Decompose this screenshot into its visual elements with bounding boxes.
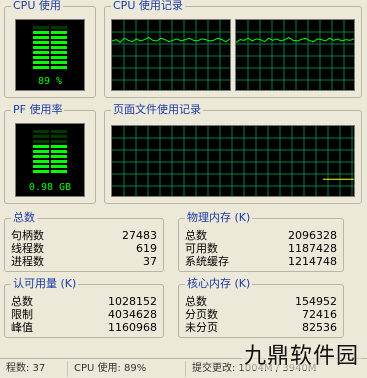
cpu-history-group: CPU 使用记录: [104, 0, 362, 98]
commit-peak-label: 峰值: [11, 321, 33, 334]
commit-peak-value: 1160968: [108, 321, 157, 334]
commit-charge-title: 认可用量 (K): [11, 277, 79, 291]
status-cpu: CPU 使用: 89%: [68, 360, 186, 377]
meter-segment-row: [33, 26, 67, 29]
commit-limit-value: 4034628: [108, 308, 157, 321]
physical-total-value: 2096328: [288, 229, 337, 242]
totals-rows: 句柄数 27483 线程数 619 进程数 37: [11, 229, 157, 268]
meter-segment-row: [33, 135, 67, 138]
pf-usage-bar: [33, 130, 67, 173]
kernel-memory-title: 核心内存 (K): [185, 277, 253, 291]
pf-usage-group: PF 使用率 0.98 GB: [4, 103, 96, 204]
cpu-usage-meter: 89 %: [15, 19, 85, 91]
totals-row-processes: 进程数 37: [11, 255, 157, 268]
kernel-paged-label: 分页数: [185, 308, 218, 321]
processes-value: 37: [143, 255, 157, 268]
kernel-nonpaged-value: 82536: [302, 321, 337, 334]
handles-value: 27483: [122, 229, 157, 242]
processes-label: 进程数: [11, 255, 44, 268]
kernel-row-nonpaged: 未分页 82536: [185, 321, 337, 334]
commit-total-value: 1028152: [108, 295, 157, 308]
cpu-history-line-2: [236, 36, 354, 43]
cpu-usage-value: 89 %: [37, 76, 63, 87]
cpu-usage-group: CPU 使用 89 %: [4, 0, 96, 98]
physical-memory-title: 物理内存 (K): [185, 211, 253, 225]
commit-total-label: 总数: [11, 295, 33, 308]
pf-usage-title: PF 使用率: [11, 103, 65, 117]
kernel-memory-group: 核心内存 (K) 总数 154952 分页数 72416 未分页 82536: [178, 277, 344, 338]
pf-usage-value: 0.98 GB: [28, 182, 72, 193]
physical-total-label: 总数: [185, 229, 207, 242]
commit-row-total: 总数 1028152: [11, 295, 157, 308]
meter-segment-row: [33, 140, 67, 143]
meter-segment-row: [33, 130, 67, 133]
cpu-usage-bar: [33, 26, 67, 69]
pf-history-graph: [111, 125, 355, 197]
commit-charge-group: 认可用量 (K) 总数 1028152 限制 4034628 峰值 116096…: [4, 277, 164, 338]
totals-title: 总数: [11, 211, 37, 225]
threads-label: 线程数: [11, 242, 44, 255]
cpu-history-graph-1: [111, 19, 231, 91]
watermark-text: 九鼎软件园: [241, 344, 361, 370]
cpu-history-title: CPU 使用记录: [111, 0, 185, 13]
meter-segment-row: [33, 51, 67, 54]
physical-memory-row-available: 可用数 1187428: [185, 242, 337, 255]
physical-cache-value: 1214748: [288, 255, 337, 268]
meter-segment-row: [33, 145, 67, 148]
physical-available-value: 1187428: [288, 242, 337, 255]
kernel-row-paged: 分页数 72416: [185, 308, 337, 321]
meter-segment-row: [33, 66, 67, 69]
commit-charge-rows: 总数 1028152 限制 4034628 峰值 1160968: [11, 295, 157, 334]
totals-group: 总数 句柄数 27483 线程数 619 进程数 37: [4, 211, 164, 272]
physical-memory-rows: 总数 2096328 可用数 1187428 系统缓存 1214748: [185, 229, 337, 268]
meter-segment-row: [33, 165, 67, 168]
meter-segment-row: [33, 41, 67, 44]
cpu-history-line-1: [112, 36, 230, 44]
kernel-total-label: 总数: [185, 295, 207, 308]
physical-memory-row-total: 总数 2096328: [185, 229, 337, 242]
meter-segment-row: [33, 46, 67, 49]
handles-label: 句柄数: [11, 229, 44, 242]
commit-limit-label: 限制: [11, 308, 33, 321]
pf-usage-meter: 0.98 GB: [15, 123, 85, 197]
status-processes: 程数: 37: [0, 360, 68, 377]
kernel-row-total: 总数 154952: [185, 295, 337, 308]
meter-segment-row: [33, 155, 67, 158]
meter-segment-row: [33, 61, 67, 64]
pf-history-title: 页面文件使用记录: [111, 103, 203, 117]
totals-row-handles: 句柄数 27483: [11, 229, 157, 242]
threads-value: 619: [136, 242, 157, 255]
commit-row-peak: 峰值 1160968: [11, 321, 157, 334]
meter-segment-row: [33, 36, 67, 39]
kernel-nonpaged-label: 未分页: [185, 321, 218, 334]
kernel-total-value: 154952: [295, 295, 337, 308]
meter-segment-row: [33, 31, 67, 34]
meter-segment-row: [33, 56, 67, 59]
meter-segment-row: [33, 150, 67, 153]
commit-row-limit: 限制 4034628: [11, 308, 157, 321]
pf-history-group: 页面文件使用记录: [104, 103, 362, 204]
physical-cache-label: 系统缓存: [185, 255, 229, 268]
physical-memory-group: 物理内存 (K) 总数 2096328 可用数 1187428 系统缓存 121…: [178, 211, 344, 272]
cpu-usage-title: CPU 使用: [11, 0, 63, 13]
totals-row-threads: 线程数 619: [11, 242, 157, 255]
meter-segment-row: [33, 170, 67, 173]
kernel-paged-value: 72416: [302, 308, 337, 321]
physical-available-label: 可用数: [185, 242, 218, 255]
kernel-memory-rows: 总数 154952 分页数 72416 未分页 82536: [185, 295, 337, 334]
meter-segment-row: [33, 160, 67, 163]
cpu-history-graph-2: [235, 19, 355, 91]
physical-memory-row-cache: 系统缓存 1214748: [185, 255, 337, 268]
